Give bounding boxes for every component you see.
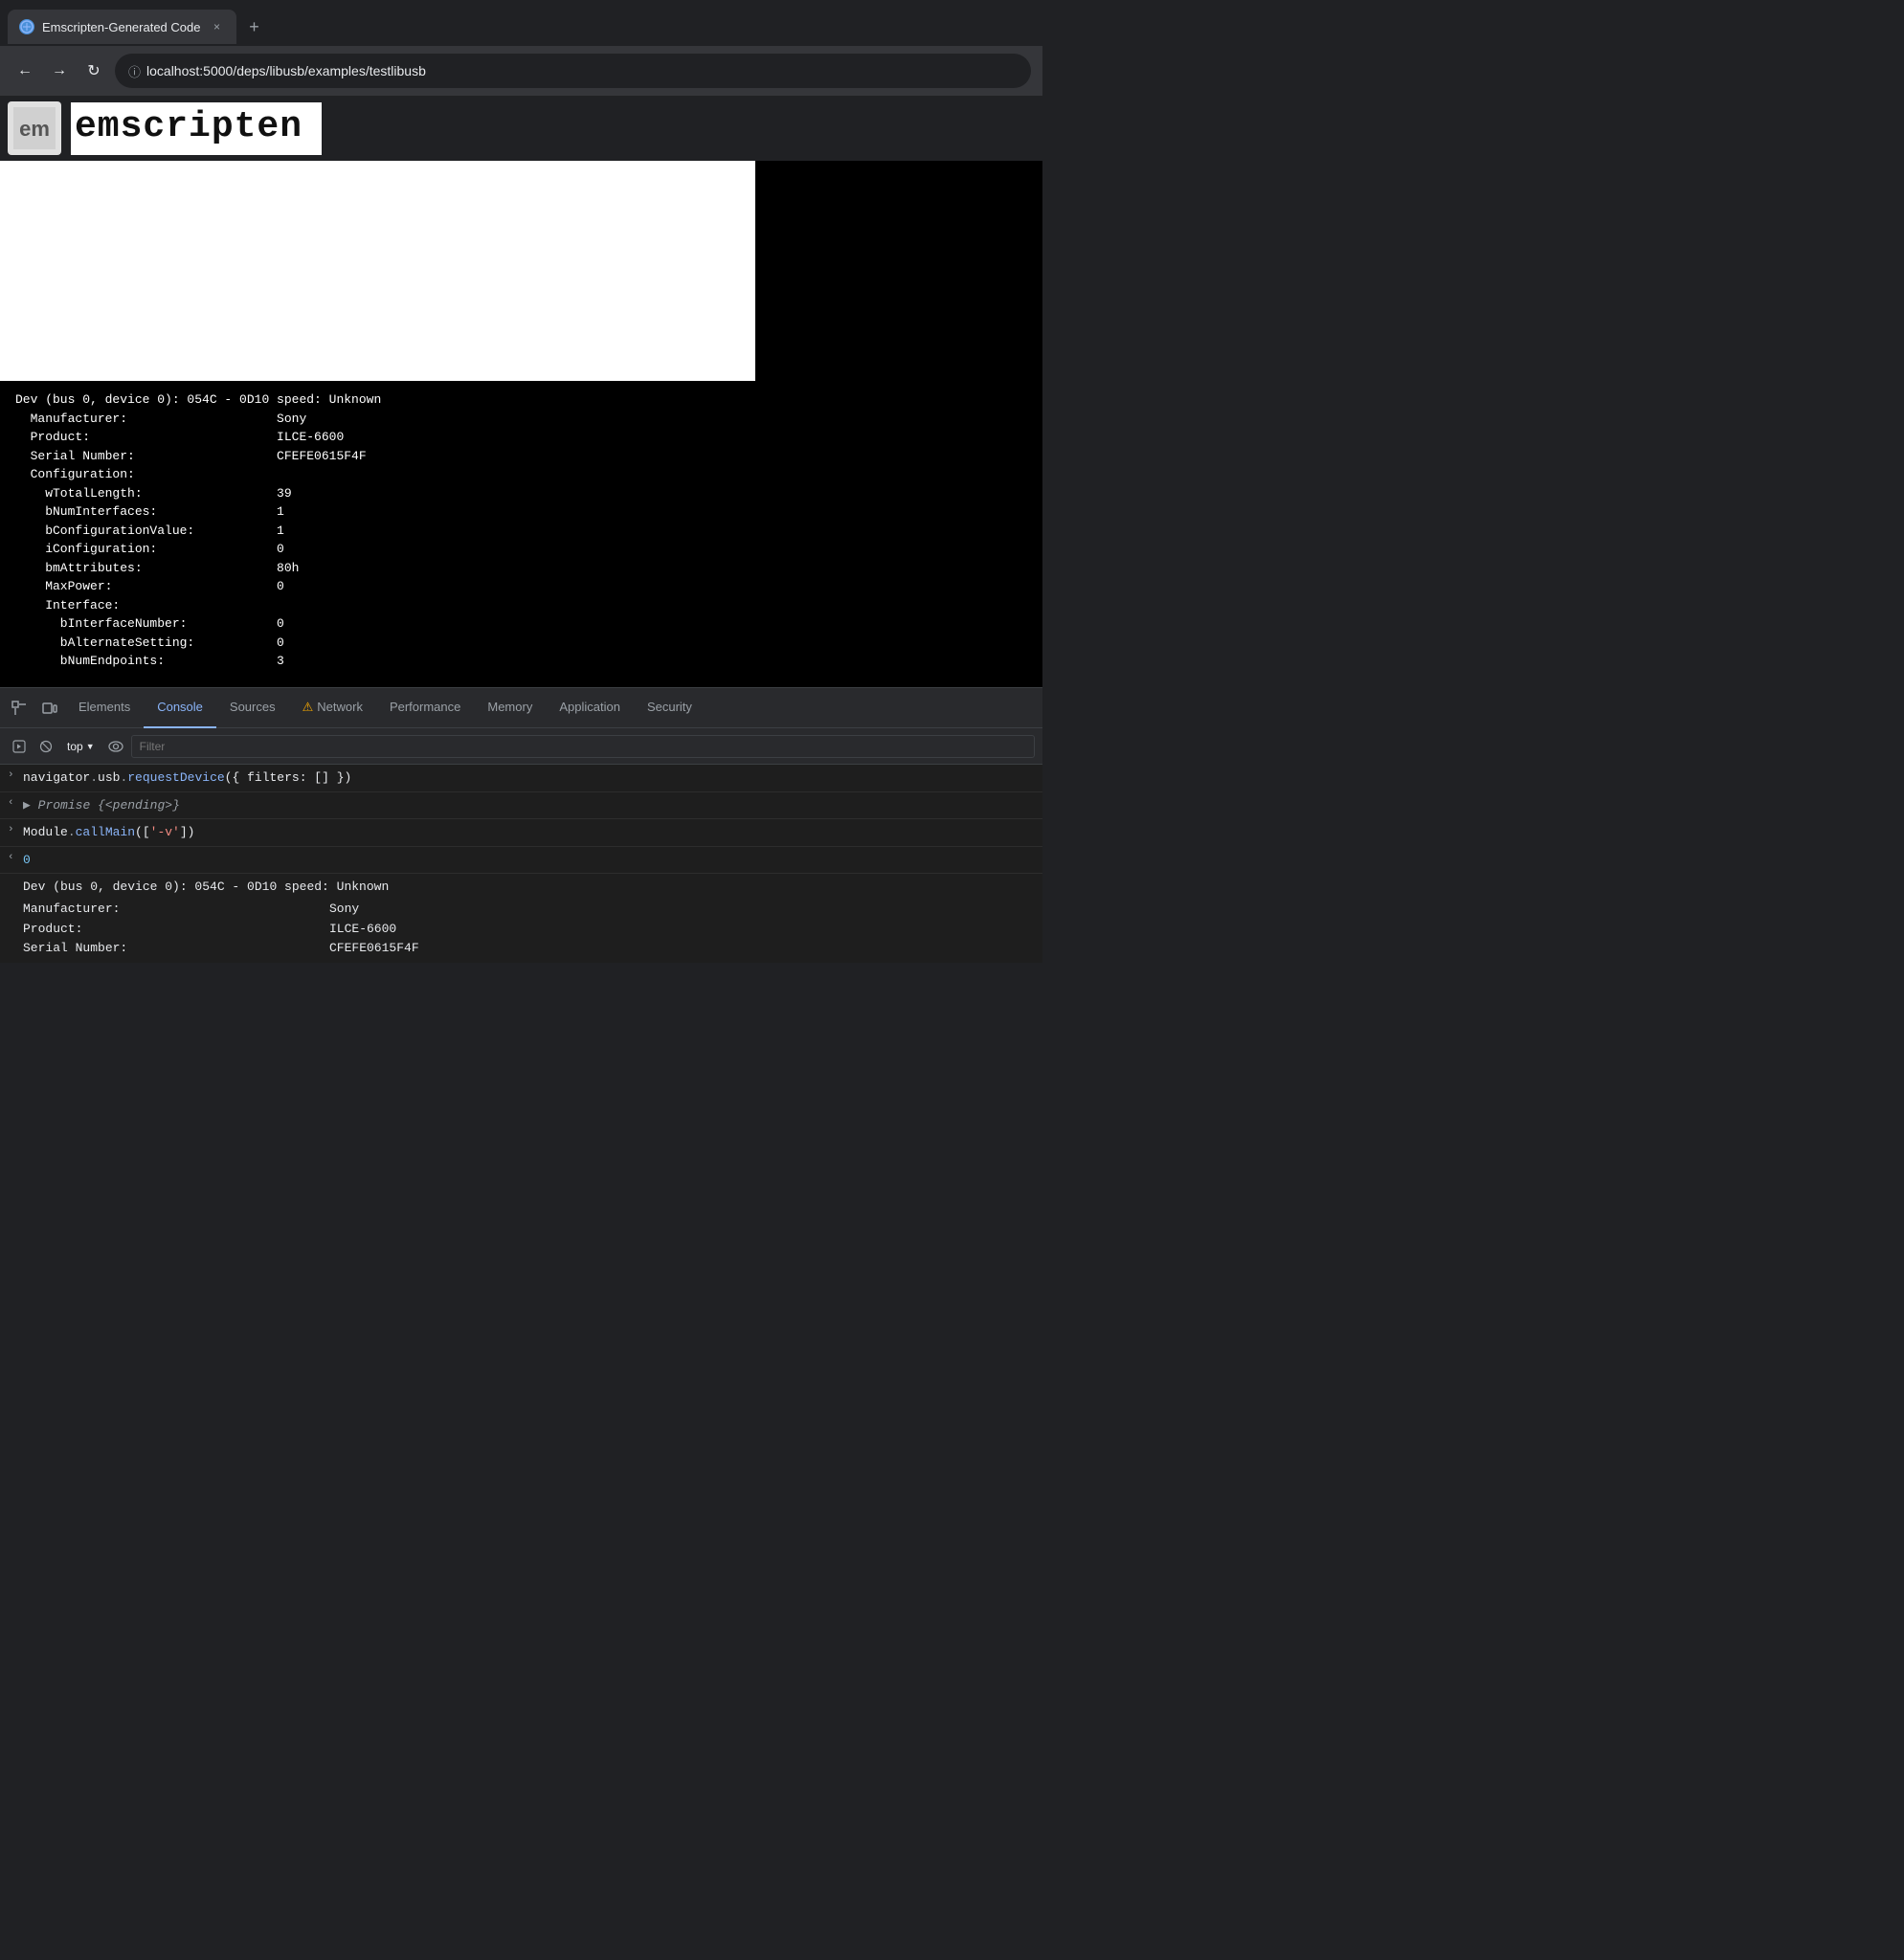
- tab-bar: Emscripten-Generated Code × +: [0, 0, 1042, 46]
- table-cell-label: Product:: [23, 920, 291, 940]
- browser-chrome: Emscripten-Generated Code × + ← → ↻ ⓘ lo…: [0, 0, 1042, 96]
- reload-button[interactable]: ↻: [80, 57, 107, 84]
- device-toolbar-button[interactable]: [36, 695, 63, 722]
- terminal-line-13: bAlternateSetting: 0: [15, 634, 1027, 653]
- table-cell-label: Serial Number:: [23, 939, 291, 959]
- context-selector[interactable]: top ▼: [61, 738, 101, 755]
- url-info-icon: ⓘ: [128, 62, 141, 80]
- console-toolbar: top ▼: [0, 728, 1042, 765]
- tab-elements[interactable]: Elements: [65, 688, 144, 728]
- context-value: top: [67, 740, 83, 753]
- terminal-line-3: Serial Number: CFEFE0615F4F: [15, 447, 1027, 466]
- clear-console-button[interactable]: [34, 735, 57, 758]
- console-code-2: ▶ Promise {<pending>}: [23, 796, 180, 815]
- terminal-line-5: wTotalLength: 39: [15, 484, 1027, 503]
- table-cell-label: Manufacturer:: [23, 900, 291, 920]
- emscripten-title-bg: emscripten: [71, 102, 322, 155]
- devtools-panel: Elements Console Sources ⚠ Network Perfo…: [0, 687, 1042, 963]
- new-tab-button[interactable]: +: [240, 13, 267, 40]
- console-device-output: Dev (bus 0, device 0): 054C - 0D10 speed…: [0, 874, 1042, 963]
- table-row: Product: ILCE-6600: [23, 920, 419, 940]
- terminal-line-7: bConfigurationValue: 1: [15, 522, 1027, 541]
- console-code-1: navigator.usb.requestDevice({ filters: […: [23, 768, 351, 788]
- console-entry-4: ‹ 0: [0, 847, 1042, 875]
- toggle-custom-formatters-button[interactable]: [104, 735, 127, 758]
- console-code-3: Module.callMain(['-v']): [23, 823, 194, 842]
- table-cell-value: Sony: [291, 900, 419, 920]
- terminal-line-12: bInterfaceNumber: 0: [15, 614, 1027, 634]
- input-arrow-1: ›: [8, 768, 23, 781]
- tab-security[interactable]: Security: [634, 688, 706, 728]
- tab-favicon: [19, 19, 34, 34]
- forward-button[interactable]: →: [46, 57, 73, 84]
- terminal-line-6: bNumInterfaces: 1: [15, 502, 1027, 522]
- url-text: localhost:5000/deps/libusb/examples/test…: [146, 63, 426, 78]
- terminal-line-0: Dev (bus 0, device 0): 054C - 0D10 speed…: [15, 390, 1027, 410]
- tab-performance[interactable]: Performance: [376, 688, 474, 728]
- run-script-button[interactable]: [8, 735, 31, 758]
- terminal-line-9: bmAttributes: 80h: [15, 559, 1027, 578]
- console-filter-input[interactable]: [131, 735, 1035, 758]
- tab-application[interactable]: Application: [546, 688, 634, 728]
- table-row: Serial Number: CFEFE0615F4F: [23, 939, 419, 959]
- table-cell-value: ILCE-6600: [291, 920, 419, 940]
- tab-memory[interactable]: Memory: [474, 688, 546, 728]
- devtools-tab-bar: Elements Console Sources ⚠ Network Perfo…: [0, 688, 1042, 728]
- console-code-4: 0: [23, 851, 31, 870]
- back-button[interactable]: ←: [11, 57, 38, 84]
- table-row: Manufacturer: Sony: [23, 900, 419, 920]
- inspect-element-button[interactable]: [6, 695, 33, 722]
- tab-sources[interactable]: Sources: [216, 688, 289, 728]
- url-bar[interactable]: ⓘ localhost:5000/deps/libusb/examples/te…: [115, 54, 1031, 88]
- canvas-area: [0, 161, 1042, 381]
- address-bar: ← → ↻ ⓘ localhost:5000/deps/libusb/examp…: [0, 46, 1042, 96]
- network-warn-icon: ⚠: [302, 700, 314, 715]
- terminal-line-4: Configuration:: [15, 465, 1027, 484]
- terminal-line-2: Product: ILCE-6600: [15, 428, 1027, 447]
- terminal-line-1: Manufacturer: Sony: [15, 410, 1027, 429]
- tab-console[interactable]: Console: [144, 688, 216, 728]
- terminal-line-10: MaxPower: 0: [15, 577, 1027, 596]
- emscripten-title-text: emscripten: [75, 106, 302, 147]
- console-output: › navigator.usb.requestDevice({ filters:…: [0, 765, 1042, 963]
- tab-close-button[interactable]: ×: [208, 18, 225, 35]
- tab-network[interactable]: ⚠ Network: [289, 688, 376, 728]
- output-arrow-4: ‹: [8, 851, 23, 863]
- console-device-title: Dev (bus 0, device 0): 054C - 0D10 speed…: [23, 878, 1019, 898]
- terminal-line-8: iConfiguration: 0: [15, 540, 1027, 559]
- tab-title: Emscripten-Generated Code: [42, 20, 200, 34]
- table-cell-value: CFEFE0615F4F: [291, 939, 419, 959]
- active-tab[interactable]: Emscripten-Generated Code ×: [8, 10, 236, 44]
- canvas-white: [0, 161, 755, 381]
- console-device-table: Manufacturer: Sony Product: ILCE-6600 Se…: [23, 900, 419, 959]
- svg-text:em: em: [19, 117, 50, 141]
- input-arrow-3: ›: [8, 823, 23, 835]
- console-entry-1: › navigator.usb.requestDevice({ filters:…: [0, 765, 1042, 792]
- console-entry-3: › Module.callMain(['-v']): [0, 819, 1042, 847]
- terminal-output: Dev (bus 0, device 0): 054C - 0D10 speed…: [0, 381, 1042, 687]
- terminal-line-14: bNumEndpoints: 3: [15, 652, 1027, 671]
- terminal-line-11: Interface:: [15, 596, 1027, 615]
- chevron-down-icon: ▼: [86, 742, 95, 751]
- page-header: em emscripten: [0, 96, 1042, 161]
- console-entry-2: ‹ ▶ Promise {<pending>}: [0, 792, 1042, 820]
- emscripten-logo: em: [8, 101, 61, 155]
- output-arrow-2: ‹: [8, 796, 23, 809]
- canvas-black: [755, 161, 1042, 381]
